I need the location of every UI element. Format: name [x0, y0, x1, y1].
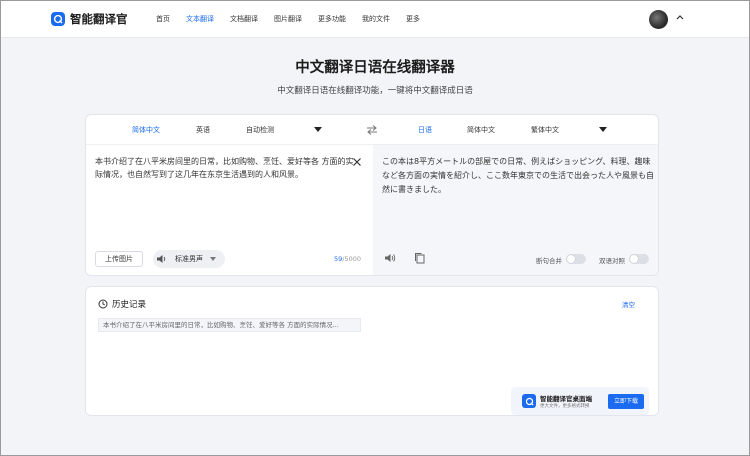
language-bar: 简体中文 英语 自动检测 日语 简体中文 繁体中文	[86, 115, 658, 145]
target-lang-simplified-chinese[interactable]: 简体中文	[467, 115, 495, 145]
history-header: 历史记录	[98, 298, 146, 310]
merge-sentences-toggle[interactable]	[566, 254, 586, 264]
source-text-input[interactable]: 本书介绍了在八平米房间里的日常，比如购物、烹饪、爱好等各 方面的实际情况，也自然…	[95, 155, 355, 181]
translator-logo-icon	[51, 12, 65, 26]
char-limit: /5000	[342, 255, 362, 263]
history-card: 历史记录 清空 本书介绍了在八平米房间里的日常，比如购物、烹饪、爱好等各 方面的…	[85, 286, 659, 416]
promo-subtitle: 更大文件，更多格式转换	[540, 404, 590, 409]
download-now-button[interactable]: 立即下载	[608, 394, 644, 409]
target-panel: この本は8平方メートルの部屋での日常、例えばショッピング、料理、趣味など各方面の…	[373, 145, 658, 275]
target-lang-traditional-chinese[interactable]: 繁体中文	[531, 115, 559, 145]
brand-name: 智能翻译官	[70, 12, 128, 26]
top-header: 智能翻译官 首页 文本翻译 文档翻译 图片翻译 更多功能 我的文件 更多	[1, 1, 749, 38]
translator-card: 简体中文 英语 自动检测 日语 简体中文 繁体中文 本书介绍了在八平米房间里的日…	[85, 114, 659, 276]
upload-image-button[interactable]: 上传图片	[95, 251, 143, 267]
page-title: 中文翻译日语在线翻译器	[295, 60, 455, 76]
history-item[interactable]: 本书介绍了在八平米房间里的日常，比如购物、烹饪、爱好等各 方面的实际情况...	[98, 318, 361, 332]
main-nav: 首页 文本翻译 文档翻译 图片翻译 更多功能 我的文件 更多	[156, 1, 436, 38]
source-lang-dropdown-icon[interactable]	[314, 127, 322, 132]
brand-logo[interactable]: 智能翻译官	[51, 11, 128, 27]
speaker-icon[interactable]	[384, 253, 396, 263]
bilingual-label: 双语对照	[599, 257, 625, 265]
nav-item-my-files[interactable]: 我的文件	[362, 1, 390, 38]
history-title: 历史记录	[112, 300, 147, 310]
nav-item-home[interactable]: 首页	[156, 1, 170, 38]
source-panel: 本书介绍了在八平米房间里的日常，比如购物、烹饪、爱好等各 方面的实际情况，也自然…	[86, 145, 373, 275]
target-lang-japanese[interactable]: 日语	[418, 115, 432, 145]
history-icon	[98, 299, 108, 309]
merge-sentences-label: 断句合并	[536, 257, 562, 265]
nav-item-more[interactable]: 更多	[406, 1, 420, 38]
clear-history-button[interactable]: 清空	[622, 299, 635, 309]
source-lang-simplified-chinese[interactable]: 简体中文	[132, 115, 160, 145]
source-lang-auto-detect[interactable]: 自动检测	[246, 115, 274, 145]
nav-item-more-features[interactable]: 更多功能	[318, 1, 346, 38]
voice-selector[interactable]: 标准男声	[153, 250, 225, 268]
target-lang-dropdown-icon[interactable]	[599, 127, 607, 132]
speaker-icon	[157, 255, 166, 263]
bilingual-toggle[interactable]	[629, 254, 649, 264]
chevron-down-icon	[210, 257, 216, 261]
promo-title: 智能翻译官桌面端	[540, 395, 592, 403]
translator-logo-icon	[522, 394, 536, 408]
copy-icon[interactable]	[414, 252, 425, 264]
voice-label: 标准男声	[175, 255, 203, 263]
page-subtitle: 中文翻译日语在线翻译功能，一键将中文翻译成日语	[277, 86, 473, 96]
nav-item-text-translate[interactable]: 文本翻译	[186, 1, 214, 38]
user-avatar[interactable]	[649, 10, 668, 29]
source-lang-english[interactable]: 英语	[196, 115, 210, 145]
nav-item-doc-translate[interactable]: 文档翻译	[230, 1, 258, 38]
desktop-promo: 智能翻译官桌面端 更大文件，更多格式转换 立即下载	[511, 387, 649, 415]
target-text-output: この本は8平方メートルの部屋での日常、例えばショッピング、料理、趣味など各方面の…	[382, 157, 654, 194]
chevron-up-icon[interactable]	[676, 14, 684, 20]
nav-item-image-translate[interactable]: 图片翻译	[274, 1, 302, 38]
close-icon[interactable]	[352, 157, 362, 167]
char-counter: 59/5000	[334, 255, 361, 263]
swap-icon[interactable]	[366, 124, 378, 136]
